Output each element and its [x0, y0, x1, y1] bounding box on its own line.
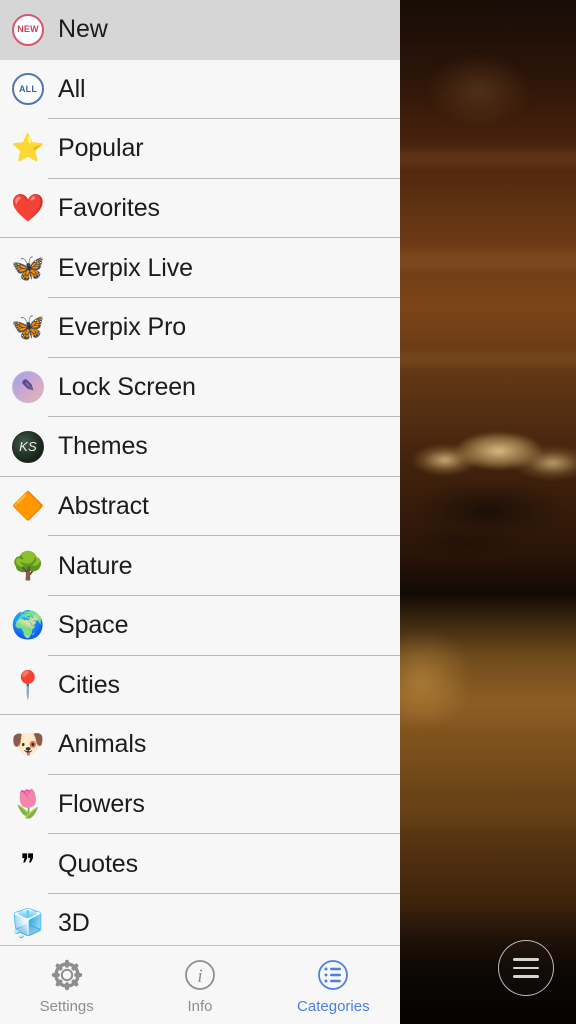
- sun-glow: [400, 600, 500, 760]
- tab-label: Info: [187, 997, 213, 1015]
- category-item-label: Quotes: [58, 849, 139, 878]
- tab-settings[interactable]: Settings: [0, 946, 133, 1024]
- cumulus-cloud-band: [400, 418, 576, 568]
- lock-screen-icon-shape: ✎: [12, 371, 44, 404]
- category-item-new[interactable]: NEW New: [0, 0, 400, 60]
- tab-label: Settings: [39, 997, 94, 1015]
- category-item-everpix-pro[interactable]: 🦋 Everpix Pro: [0, 297, 400, 358]
- category-item-space[interactable]: 🌍 Space: [0, 595, 400, 656]
- category-item-quotes[interactable]: ❞ Quotes: [0, 834, 400, 894]
- wallpaper-preview[interactable]: [400, 0, 576, 1024]
- themes-badge-icon: KS: [8, 427, 48, 467]
- all-badge-icon-shape: ALL: [12, 73, 44, 106]
- category-item-label: Animals: [58, 730, 147, 759]
- abstract-diamond-icon: 🔶: [11, 491, 45, 522]
- star-icon: ⭐: [11, 133, 45, 164]
- butterfly-blue-icon: 🦋: [11, 312, 45, 343]
- category-item-abstract[interactable]: 🔶 Abstract: [0, 476, 400, 537]
- category-item-flowers[interactable]: 🌷 Flowers: [0, 774, 400, 835]
- category-item-label: Everpix Pro: [58, 313, 187, 342]
- category-item-label: Abstract: [58, 492, 149, 521]
- cube-icon: 🧊: [11, 908, 45, 939]
- category-item-popular[interactable]: ⭐ Popular: [0, 119, 400, 179]
- list-icon: [314, 956, 352, 994]
- svg-text:i: i: [197, 966, 202, 987]
- tab-label: Categories: [297, 997, 370, 1015]
- gear-icon: [48, 956, 86, 994]
- cloud-streak: [400, 700, 576, 724]
- category-item-lock-screen[interactable]: ✎ Lock Screen: [0, 357, 400, 418]
- tree-icon: 🌳: [11, 550, 45, 581]
- upper-haze: [400, 30, 576, 150]
- menu-bar: [513, 958, 539, 961]
- category-item-themes[interactable]: KS Themes: [0, 417, 400, 477]
- category-item-animals[interactable]: 🐶 Animals: [0, 715, 400, 775]
- menu-bar: [513, 975, 539, 978]
- globe-icon: 🌍: [11, 610, 45, 641]
- category-item-label: Space: [58, 611, 129, 640]
- category-item-all[interactable]: ALL All: [0, 59, 400, 120]
- category-item-label: Favorites: [58, 194, 160, 223]
- category-item-label: Lock Screen: [58, 372, 196, 401]
- category-item-favorites[interactable]: ❤️ Favorites: [0, 178, 400, 239]
- category-item-label: Nature: [58, 551, 133, 580]
- cloud-streak: [400, 250, 576, 270]
- category-item-label: 3D: [58, 909, 90, 938]
- themes-badge-icon-shape: KS: [12, 430, 44, 463]
- map-pin-icon: 📍: [11, 669, 45, 700]
- category-item-nature[interactable]: 🌳 Nature: [0, 536, 400, 596]
- lock-screen-icon: ✎: [8, 367, 48, 407]
- quote-marks-icon: ❞: [20, 848, 36, 879]
- app-root: NEW New ALL All ⭐ Popular ❤️ Favorites 🦋 Everpix …: [0, 0, 576, 1024]
- category-item-label: Everpix Live: [58, 253, 193, 282]
- category-item-label: Flowers: [58, 790, 145, 819]
- category-item-label: Popular: [58, 134, 144, 163]
- all-badge-icon: ALL: [8, 69, 48, 109]
- tab-categories[interactable]: Categories: [267, 946, 400, 1024]
- tulip-icon: 🌷: [11, 789, 45, 820]
- cloud-streak: [400, 352, 576, 366]
- bottom-tab-bar: Settings i Info Categories: [0, 945, 400, 1024]
- categories-sidebar: NEW New ALL All ⭐ Popular ❤️ Favorites 🦋 Everpix …: [0, 0, 400, 1024]
- tab-info[interactable]: i Info: [133, 946, 266, 1024]
- category-item-cities[interactable]: 📍 Cities: [0, 655, 400, 716]
- category-item-3d[interactable]: 🧊 3D: [0, 893, 400, 945]
- category-item-everpix-live[interactable]: 🦋 Everpix Live: [0, 238, 400, 298]
- menu-bar: [513, 966, 539, 970]
- cloud-streak: [400, 150, 576, 166]
- category-list[interactable]: NEW New ALL All ⭐ Popular ❤️ Favorites 🦋 Everpix …: [0, 0, 400, 945]
- info-icon: i: [181, 956, 219, 994]
- dog-face-icon: 🐶: [11, 729, 45, 760]
- new-badge-icon: NEW: [8, 10, 48, 50]
- category-item-label: Cities: [58, 670, 120, 699]
- heart-icon: ❤️: [11, 193, 45, 224]
- new-badge-icon-shape: NEW: [12, 13, 44, 46]
- category-item-label: Themes: [58, 432, 148, 461]
- category-item-label: New: [58, 15, 108, 44]
- hamburger-menu-icon[interactable]: [498, 940, 554, 996]
- category-item-label: All: [58, 74, 86, 103]
- butterfly-orange-icon: 🦋: [11, 252, 45, 283]
- cloud-streak: [400, 800, 576, 826]
